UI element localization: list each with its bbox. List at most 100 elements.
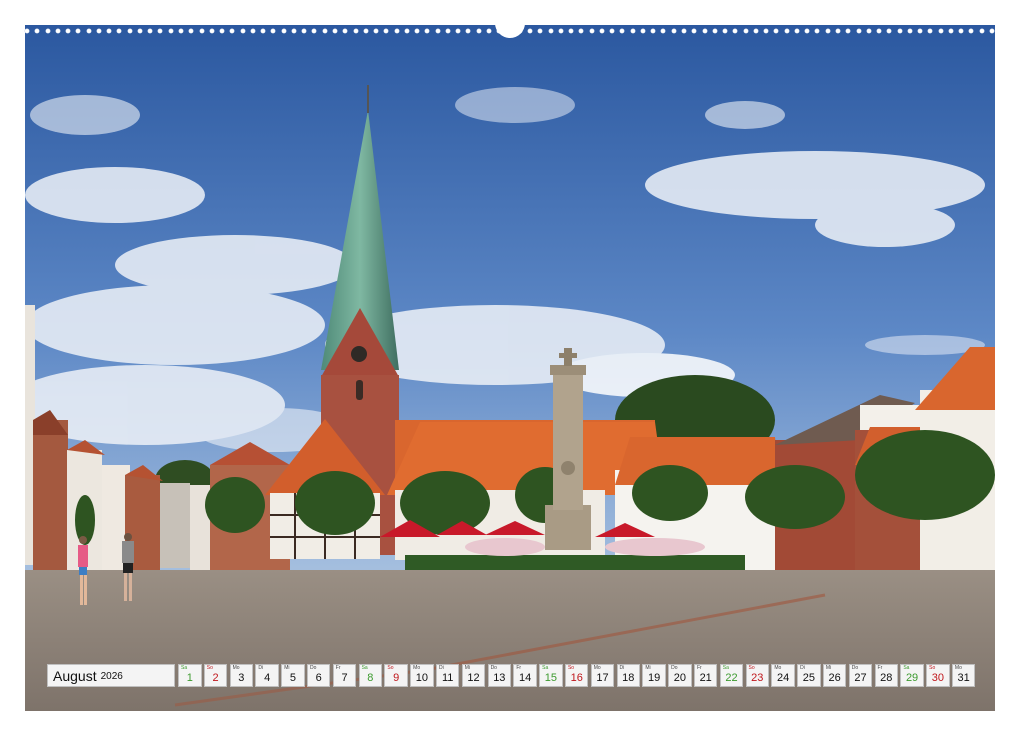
month-name: August (53, 667, 97, 684)
binding-hole (199, 29, 204, 33)
binding-hole (569, 29, 574, 33)
binding-hole (178, 29, 183, 33)
binding-hole (435, 29, 440, 33)
day-cell: Mo 3 (229, 664, 254, 687)
binding-hole (538, 29, 543, 33)
weekday-abbr: Sa (722, 665, 729, 671)
day-number: 15 (544, 672, 558, 684)
binding-hole (209, 29, 214, 33)
month-label: August 2026 (47, 664, 175, 687)
weekday-abbr: Fr (516, 665, 522, 671)
binding-hole (425, 29, 430, 33)
binding-hole (107, 29, 112, 33)
day-number: 12 (467, 672, 480, 684)
day-number: 21 (699, 672, 712, 684)
binding-hole (692, 29, 697, 33)
day-cell: Do 27 (848, 664, 873, 687)
day-number: 17 (596, 672, 609, 684)
day-cell: Sa 22 (719, 664, 744, 687)
day-number: 2 (212, 672, 219, 684)
binding-hole (240, 29, 245, 33)
binding-hole (743, 29, 748, 33)
binding-hole (137, 29, 142, 33)
day-cell: Fr 28 (874, 664, 899, 687)
weekday-abbr: Mi (284, 665, 290, 671)
binding-hole (723, 29, 728, 33)
day-number: 20 (673, 672, 687, 684)
day-cell: Sa 1 (178, 664, 202, 687)
binding-hole (230, 29, 235, 33)
day-cell: So 9 (384, 664, 408, 687)
day-number: 14 (518, 672, 532, 684)
day-number: 6 (315, 672, 322, 684)
day-cell: Mi 26 (822, 664, 847, 687)
binding-hole (753, 29, 758, 33)
binding-hole (363, 29, 368, 33)
binding-hole (25, 29, 29, 33)
binding-hole (907, 29, 912, 33)
calendar-page: August 2026 Sa 1 So 2 Mo 3 Di 4 Mi 5 Do 6 Fr 7 Sa 8 So 9 M… (0, 0, 1020, 735)
binding-hole (96, 29, 101, 33)
binding-hole (384, 29, 389, 33)
day-number: 5 (289, 672, 296, 684)
binding-hole (394, 29, 399, 33)
weekday-abbr: Sa (181, 665, 188, 671)
binding-hole (281, 29, 286, 33)
weekday-abbr: Do (490, 665, 497, 671)
binding-hole (887, 29, 892, 33)
day-number: 13 (493, 672, 506, 684)
day-cell: Mi 19 (642, 664, 666, 687)
binding-hole (651, 29, 656, 33)
day-number: 26 (828, 672, 841, 684)
day-cell: Sa 29 (900, 664, 924, 687)
binding-hole (117, 29, 122, 33)
day-number: 24 (776, 672, 790, 684)
weekday-abbr: Fr (335, 665, 341, 671)
month-year: 2026 (100, 671, 123, 682)
weekday-abbr: Do (309, 665, 317, 671)
binding-hole (794, 29, 799, 33)
day-cell: Di 25 (797, 664, 821, 687)
binding-hole (702, 29, 707, 33)
weekday-abbr: So (387, 665, 394, 671)
day-number: 8 (367, 672, 374, 684)
month-calendar-strip: August 2026 Sa 1 So 2 Mo 3 Di 4 Mi 5 Do 6 Fr 7 Sa 8 So 9 M… (47, 664, 978, 687)
day-cell: Sa 15 (539, 664, 563, 687)
binding-hole (322, 29, 327, 33)
binding-hole (671, 29, 676, 33)
weekday-abbr: So (929, 665, 936, 671)
binding-hole (979, 29, 984, 33)
day-number: 19 (647, 672, 661, 684)
day-number: 31 (957, 672, 970, 684)
day-cell: So 23 (745, 664, 770, 687)
binding-hole (764, 29, 769, 33)
weekday-abbr: Mi (825, 665, 832, 671)
day-cell: So 2 (203, 664, 228, 687)
binding-hole (271, 29, 276, 33)
binding-hole (959, 29, 964, 33)
binding-hole (815, 29, 820, 33)
binding-hole (158, 29, 163, 33)
binding-hole (661, 29, 666, 33)
day-cell: Fr 21 (693, 664, 718, 687)
town-square-illustration (25, 25, 995, 711)
day-cell: Di 4 (255, 664, 279, 687)
binding-hole (66, 29, 71, 33)
binding-hole (466, 29, 471, 33)
binding-hole (620, 29, 625, 33)
weekday-abbr: Fr (877, 665, 883, 671)
day-number: 18 (622, 672, 635, 684)
binding-hole (589, 29, 594, 33)
weekday-abbr: Mo (774, 665, 782, 671)
weekday-abbr: Sa (903, 665, 910, 671)
binding-hole (835, 29, 840, 33)
binding-hole (877, 29, 882, 33)
weekday-abbr: Fr (696, 665, 702, 671)
binding-hole (856, 29, 861, 33)
day-cell: Do 13 (487, 664, 512, 687)
binding-hole (261, 29, 266, 33)
weekday-abbr: Mo (413, 665, 421, 671)
binding-hole (846, 29, 851, 33)
day-cell: Mo 17 (590, 664, 615, 687)
binding-hole (805, 29, 810, 33)
